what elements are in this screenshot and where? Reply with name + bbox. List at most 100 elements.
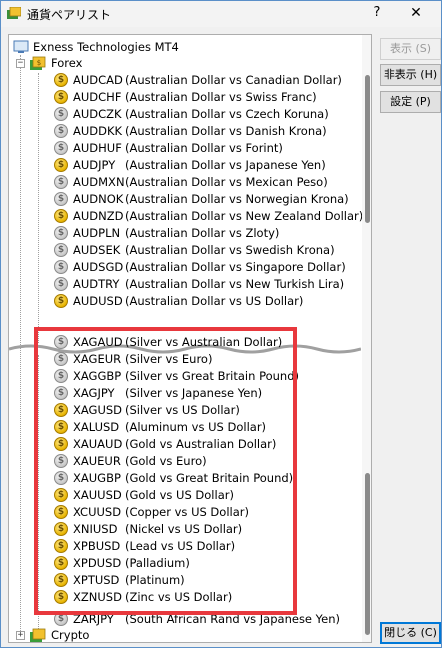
symbol-description: (Copper vs US Dollar): [125, 505, 249, 519]
symbol-row[interactable]: $ XAGGBP (Silver vs Great Britain Pound): [11, 368, 356, 385]
properties-button[interactable]: 設定 (P): [380, 91, 441, 113]
symbol-name: XAUGBP: [73, 471, 121, 485]
symbol-description: (South African Rand vs Japanese Yen): [125, 612, 341, 626]
dollar-coin-icon: $: [54, 294, 68, 308]
symbol-row[interactable]: $ XCUUSD (Copper vs US Dollar): [11, 504, 356, 521]
symbol-row[interactable]: $ XAUUSD (Gold vs US Dollar): [11, 487, 356, 504]
dollar-coin-icon: $: [54, 90, 68, 104]
symbol-name: XAGUSD: [73, 403, 123, 417]
symbol-row[interactable]: $ XAGAUD (Silver vs Australian Dollar): [11, 334, 356, 351]
symbol-name: XALUSD: [73, 420, 120, 434]
symbol-description: (Australian Dollar vs Mexican Peso): [125, 175, 328, 189]
symbol-description: (Australian Dollar vs Japanese Yen): [125, 158, 326, 172]
symbol-row[interactable]: $ AUDCHF (Australian Dollar vs Swiss Franc…: [11, 89, 356, 106]
symbol-row[interactable]: $ AUDMXN (Australian Dollar vs Mexican Pes…: [11, 174, 356, 191]
group-crypto[interactable]: + Crypto: [11, 627, 351, 642]
symbol-description: (Nickel vs US Dollar): [125, 522, 243, 536]
symbol-name: XAGEUR: [73, 352, 122, 366]
symbol-description: (Platinum): [125, 573, 185, 587]
dollar-coin-icon: $: [54, 107, 68, 121]
symbol-row[interactable]: $ XAGUSD (Silver vs US Dollar): [11, 402, 356, 419]
symbol-description: (Aluminum vs US Dollar): [125, 420, 267, 434]
group-forex[interactable]: − $ Forex: [11, 55, 351, 72]
symbol-description: (Silver vs Japanese Yen): [125, 386, 263, 400]
symbol-row[interactable]: $ XAGJPY (Silver vs Japanese Yen): [11, 385, 356, 402]
help-button[interactable]: ?: [369, 4, 385, 22]
symbol-description: (Gold vs US Dollar): [125, 488, 234, 502]
symbol-row[interactable]: $ XALUSD (Aluminum vs US Dollar): [11, 419, 356, 436]
close-button[interactable]: 閉じる (C): [380, 622, 441, 644]
symbol-name: AUDHUF: [73, 141, 122, 155]
dollar-coin-icon: $: [54, 352, 68, 366]
dollar-coin-icon: $: [54, 612, 68, 626]
symbol-row[interactable]: $ AUDTRY (Australian Dollar vs New Turkish…: [11, 276, 356, 293]
show-button[interactable]: 表示 (S): [380, 38, 441, 60]
symbol-row[interactable]: $ XZNUSD (Zinc vs US Dollar): [11, 589, 356, 606]
symbol-description: (Australian Dollar vs US Dollar): [125, 294, 304, 308]
folder-icon: [30, 628, 46, 642]
svg-text:$: $: [37, 59, 41, 67]
symbol-row[interactable]: $ AUDDKK (Australian Dollar vs Danish Kron…: [11, 123, 356, 140]
symbol-row[interactable]: $ AUDJPY (Australian Dollar vs Japanese Ye…: [11, 157, 356, 174]
tree-root[interactable]: Exness Technologies MT4: [11, 39, 351, 56]
symbol-description: (Australian Dollar vs Danish Krona): [125, 124, 327, 138]
symbol-description: (Australian Dollar vs Forint): [125, 141, 283, 155]
symbol-name: XAUAUD: [73, 437, 123, 451]
symbol-name: XZNUSD: [73, 590, 122, 604]
symbol-description: (Lead vs US Dollar): [125, 539, 236, 553]
symbol-name: AUDCAD: [73, 73, 123, 87]
symbol-name: XAUUSD: [73, 488, 122, 502]
scrollbar-thumb[interactable]: [365, 473, 370, 635]
symbol-row[interactable]: $ AUDUSD (Australian Dollar vs US Dollar): [11, 293, 356, 310]
title-bar: 通貨ペアリスト ? ✕: [1, 1, 441, 27]
symbol-name: XAGJPY: [73, 386, 115, 400]
symbol-name: AUDSEK: [73, 243, 121, 257]
dollar-coin-icon: $: [54, 226, 68, 240]
symbol-description: (Australian Dollar vs New Turkish Lira): [125, 277, 345, 291]
symbol-row[interactable]: $ XAUGBP (Gold vs Great Britain Pound): [11, 470, 356, 487]
symbol-row[interactable]: $ AUDSGD (Australian Dollar vs Singapore D…: [11, 259, 356, 276]
dollar-coin-icon: $: [54, 573, 68, 587]
dollar-coin-icon: $: [54, 73, 68, 87]
symbol-description: (Australian Dollar vs Zloty): [125, 226, 280, 240]
symbol-tree[interactable]: Exness Technologies MT4 − $ Forex $ AUDCA…: [8, 34, 372, 643]
symbol-row[interactable]: $ XPDUSD (Palladium): [11, 555, 356, 572]
symbol-name: AUDTRY: [73, 277, 120, 291]
symbol-name: XAUEUR: [73, 454, 121, 468]
symbol-row[interactable]: $ AUDCAD (Australian Dollar vs Canadian Do…: [11, 72, 356, 89]
symbol-name: AUDNOK: [73, 192, 124, 206]
symbol-row[interactable]: $ XAUEUR (Gold vs Euro): [11, 453, 356, 470]
symbol-row[interactable]: $ AUDNZD (Australian Dollar vs New Zealand…: [11, 208, 363, 225]
symbol-description: (Gold vs Australian Dollar): [125, 437, 277, 451]
tree-scrollbar[interactable]: [362, 35, 371, 642]
symbol-description: (Gold vs Great Britain Pound): [125, 471, 294, 485]
dollar-coin-icon: $: [54, 386, 68, 400]
symbol-name: XCUUSD: [73, 505, 122, 519]
symbol-row[interactable]: $ AUDPLN (Australian Dollar vs Zloty): [11, 225, 356, 242]
dollar-coin-icon: $: [54, 124, 68, 138]
dollar-coin-icon: $: [54, 260, 68, 274]
symbol-description: (Australian Dollar vs Canadian Dollar): [125, 73, 342, 87]
symbol-row[interactable]: $ AUDCZK (Australian Dollar vs Czech Korun…: [11, 106, 356, 123]
scrollbar-thumb[interactable]: [365, 75, 370, 223]
hide-button[interactable]: 非表示 (H): [380, 64, 441, 86]
window-title: 通貨ペアリスト: [27, 8, 112, 22]
symbol-row[interactable]: $ XPTUSD (Platinum): [11, 572, 356, 589]
symbol-description: (Palladium): [125, 556, 190, 570]
collapse-icon[interactable]: −: [16, 59, 25, 68]
symbol-row[interactable]: $ XPBUSD (Lead vs US Dollar): [11, 538, 356, 555]
dollar-coin-icon: $: [54, 175, 68, 189]
expand-icon[interactable]: +: [16, 631, 25, 640]
symbols-dialog: 通貨ペアリスト ? ✕ Exness Technologies MT4 − $ …: [0, 0, 442, 648]
symbol-row[interactable]: $ AUDNOK (Australian Dollar vs Norwegian K…: [11, 191, 356, 208]
window-close-button[interactable]: ✕: [405, 4, 427, 22]
symbol-row[interactable]: $ XAUAUD (Gold vs Australian Dollar): [11, 436, 356, 453]
symbol-description: (Zinc vs US Dollar): [125, 590, 233, 604]
symbol-row[interactable]: $ AUDSEK (Australian Dollar vs Swedish Kro…: [11, 242, 356, 259]
dollar-coin-icon: $: [54, 488, 68, 502]
symbol-row[interactable]: $ ZARJPY (South African Rand vs Japanese Y…: [11, 611, 356, 628]
symbol-row[interactable]: $ AUDHUF (Australian Dollar vs Forint): [11, 140, 356, 157]
dollar-coin-icon: $: [54, 209, 68, 223]
symbol-row[interactable]: $ XAGEUR (Silver vs Euro): [11, 351, 356, 368]
symbol-row[interactable]: $ XNIUSD (Nickel vs US Dollar): [11, 521, 356, 538]
